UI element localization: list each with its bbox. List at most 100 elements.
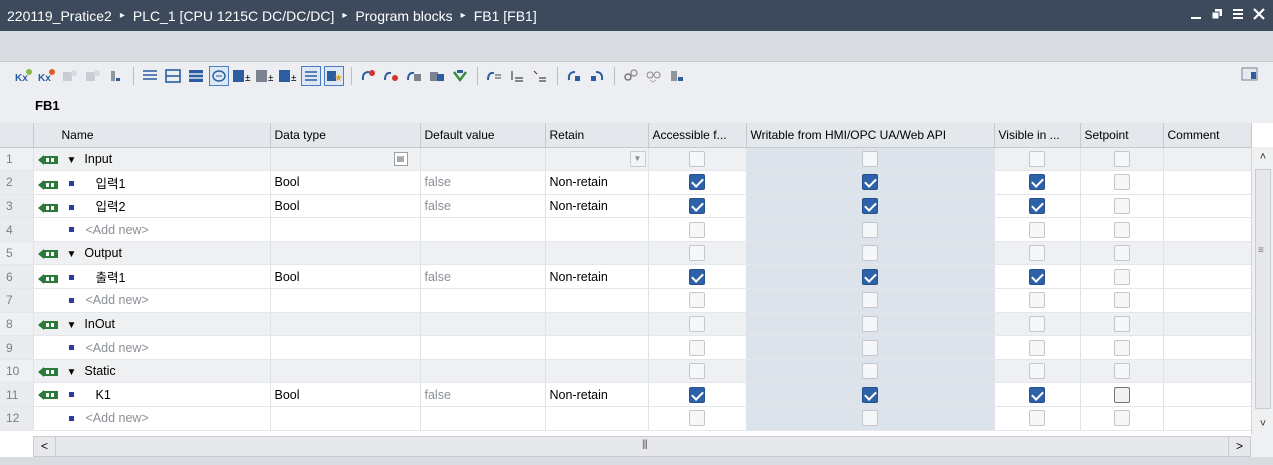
collapse-triangle-icon[interactable]: ▼ — [67, 320, 77, 331]
visible-cell[interactable] — [994, 382, 1081, 408]
load-values-icon[interactable]: ± — [278, 66, 298, 86]
accessible-cell[interactable] — [648, 264, 747, 290]
name-cell[interactable]: ▼ Output — [33, 241, 271, 266]
writable-checkbox[interactable] — [862, 174, 878, 191]
accessible-cell[interactable] — [648, 335, 747, 360]
header-retain[interactable]: Retain — [545, 123, 649, 148]
comment-cell[interactable] — [1163, 359, 1252, 384]
breadcrumb-plc[interactable]: PLC_1 [CPU 1215C DC/DC/DC] — [133, 8, 335, 24]
section-name[interactable]: Input — [84, 152, 112, 166]
setpoint-cell[interactable] — [1080, 217, 1164, 242]
table-row[interactable]: 11 K1 Bool false Non-retain — [0, 382, 1252, 408]
accessible-checkbox[interactable] — [689, 221, 705, 238]
row-number[interactable]: 1 — [0, 147, 34, 172]
setpoint-cell[interactable] — [1080, 170, 1164, 195]
comment-view-icon[interactable] — [209, 66, 229, 86]
scroll-up-icon[interactable]: ˄ — [1254, 147, 1272, 167]
setpoint-cell[interactable] — [1080, 288, 1164, 313]
visible-checkbox[interactable] — [1029, 221, 1045, 238]
setpoint-checkbox[interactable] — [1113, 197, 1130, 214]
name-cell[interactable]: <Add new> — [33, 217, 271, 242]
comment-cell[interactable] — [1163, 264, 1252, 290]
panel-toggle-icon[interactable] — [1241, 66, 1259, 85]
default-value-cell[interactable] — [420, 335, 546, 360]
table-row[interactable]: 2 입력1 Bool false Non-retain — [0, 170, 1252, 195]
menu-icon[interactable] — [1230, 5, 1246, 23]
expand-all-icon[interactable] — [60, 66, 80, 86]
retain-cell[interactable] — [545, 217, 649, 242]
retain-cell[interactable] — [545, 335, 649, 360]
header-writable[interactable]: Writable from HMI/OPC UA/Web API — [746, 123, 995, 148]
writable-checkbox[interactable] — [862, 292, 878, 309]
writable-cell[interactable] — [746, 170, 995, 195]
retain-cell[interactable]: Non-retain — [545, 382, 649, 408]
writable-cell[interactable] — [746, 194, 995, 219]
default-value-cell[interactable] — [420, 217, 546, 242]
visible-checkbox[interactable] — [1029, 292, 1045, 309]
visible-cell[interactable] — [994, 147, 1081, 172]
scroll-left-icon[interactable]: < — [34, 437, 56, 456]
glasses-icon[interactable] — [644, 66, 664, 86]
setpoint-checkbox[interactable] — [1113, 245, 1130, 262]
row-number[interactable]: 3 — [0, 194, 34, 219]
section-name[interactable]: Static — [84, 364, 115, 378]
writable-cell[interactable] — [746, 382, 995, 408]
section-row[interactable]: 5 ▼ Output — [0, 241, 1252, 266]
default-value-cell[interactable]: false — [420, 382, 546, 408]
snapshot-icon[interactable]: ± — [255, 66, 275, 86]
table-view-icon[interactable] — [163, 66, 183, 86]
setpoint-cell[interactable] — [1080, 382, 1164, 408]
table-row[interactable]: 12 <Add new> — [0, 406, 1252, 431]
monitor-icon[interactable] — [106, 66, 126, 86]
row-number[interactable]: 6 — [0, 264, 34, 290]
writable-cell[interactable] — [746, 241, 995, 266]
header-name[interactable]: Name — [33, 123, 271, 148]
visible-checkbox[interactable] — [1029, 410, 1045, 427]
memory-reserve-icon[interactable] — [667, 66, 687, 86]
data-type-cell[interactable]: Bool — [270, 382, 421, 408]
setpoint-checkbox[interactable] — [1113, 386, 1130, 403]
add-new-label[interactable]: <Add new> — [86, 223, 149, 237]
show-lines-icon[interactable] — [140, 66, 160, 86]
accessible-cell[interactable] — [648, 382, 747, 408]
data-type-cell[interactable]: Bool — [270, 194, 421, 219]
collapse-all-icon[interactable] — [83, 66, 103, 86]
comment-cell[interactable] — [1163, 217, 1252, 242]
row-number[interactable]: 9 — [0, 335, 34, 360]
visible-checkbox[interactable] — [1029, 150, 1045, 167]
name-cell[interactable]: K1 — [33, 382, 271, 408]
indent-icon[interactable] — [507, 66, 527, 86]
writable-cell[interactable] — [746, 335, 995, 360]
table-detail-icon[interactable] — [186, 66, 206, 86]
accessible-cell[interactable] — [648, 288, 747, 313]
visible-cell[interactable] — [994, 241, 1081, 266]
writable-checkbox[interactable] — [862, 197, 878, 214]
writable-checkbox[interactable] — [862, 410, 878, 427]
visible-cell[interactable] — [994, 264, 1081, 290]
favorites-icon[interactable]: ★ — [324, 66, 344, 86]
setpoint-checkbox[interactable] — [1113, 363, 1130, 380]
comment-cell[interactable] — [1163, 170, 1252, 195]
writable-cell[interactable] — [746, 359, 995, 384]
data-type-cell[interactable]: Bool — [270, 170, 421, 195]
align-left-icon[interactable] — [484, 66, 504, 86]
setpoint-cell[interactable] — [1080, 264, 1164, 290]
accessible-checkbox[interactable] — [689, 410, 705, 427]
collapse-triangle-icon[interactable]: ▼ — [67, 367, 77, 378]
row-number[interactable]: 4 — [0, 217, 34, 242]
row-number[interactable]: 5 — [0, 241, 34, 266]
name-cell[interactable]: ▼ Static — [33, 359, 271, 384]
section-row[interactable]: 1 ▼ Input ▤ ▼ — [0, 147, 1252, 172]
add-new-label[interactable]: <Add new> — [86, 341, 149, 355]
comment-cell[interactable] — [1163, 382, 1252, 408]
section-row[interactable]: 10 ▼ Static — [0, 359, 1252, 384]
header-default-value[interactable]: Default value — [420, 123, 546, 148]
accessible-checkbox[interactable] — [689, 174, 705, 191]
paste-values-icon[interactable] — [427, 66, 447, 86]
comment-cell[interactable] — [1163, 406, 1252, 431]
close-icon[interactable] — [1251, 5, 1267, 23]
table-row[interactable]: 9 <Add new> — [0, 335, 1252, 360]
row-number[interactable]: 2 — [0, 170, 34, 195]
visible-checkbox[interactable] — [1029, 363, 1045, 380]
name-cell[interactable]: 입력2 — [33, 194, 271, 219]
